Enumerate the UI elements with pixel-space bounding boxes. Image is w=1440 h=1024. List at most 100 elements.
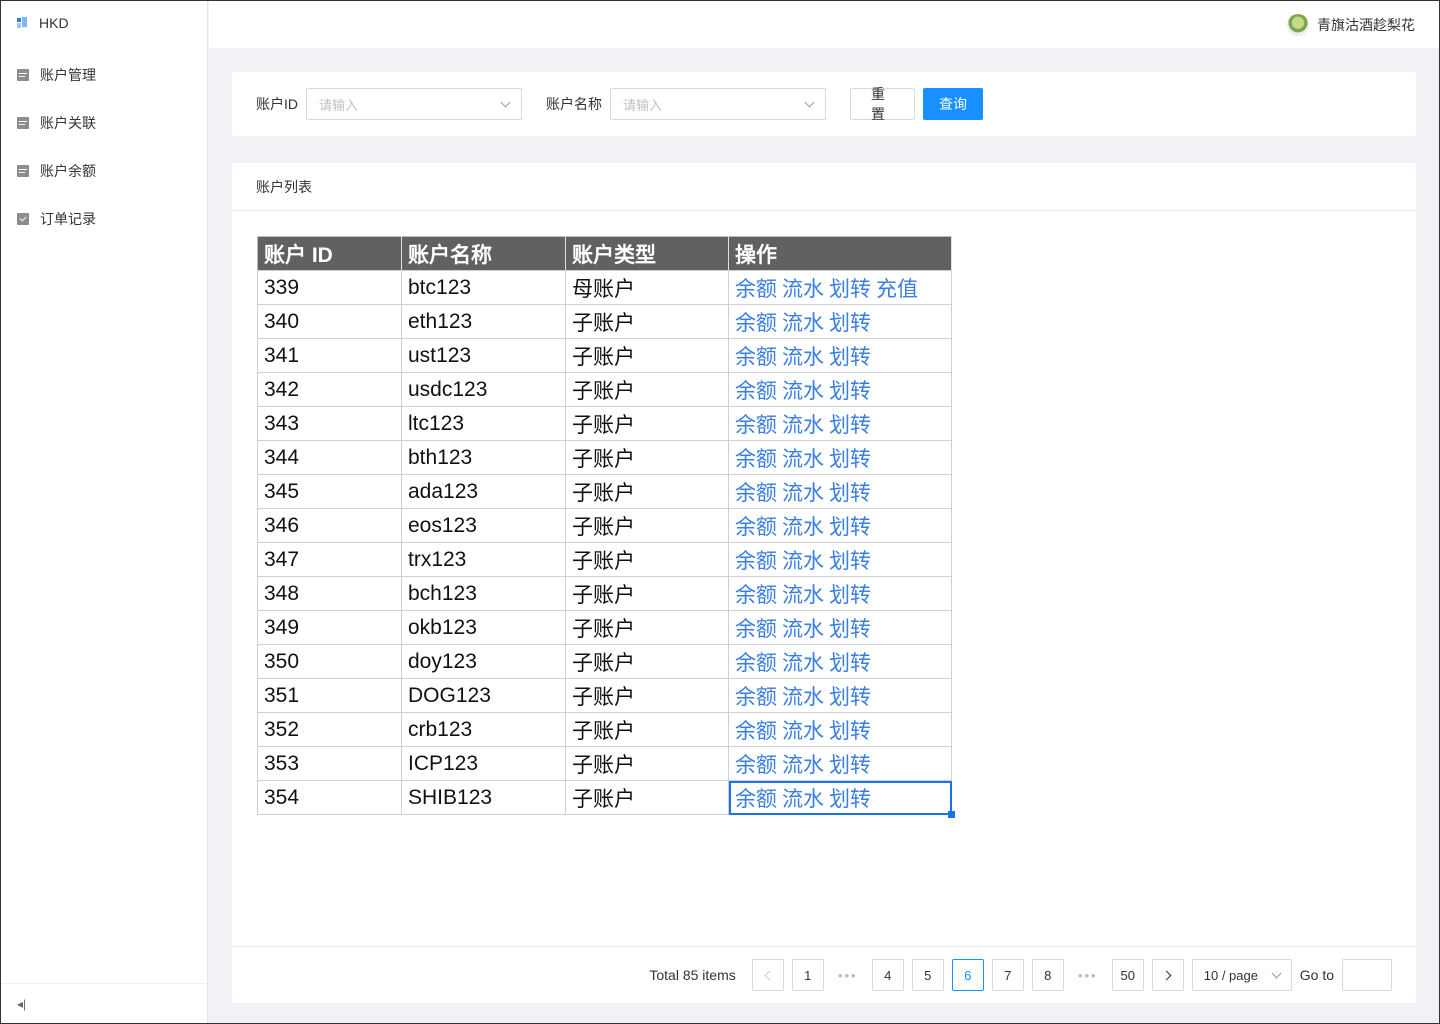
action-link[interactable]: 流水 [782,278,824,301]
page-button[interactable]: 4 [871,959,904,991]
page-button[interactable]: 7 [991,959,1024,991]
page-ellipsis[interactable]: ••• [1072,968,1104,983]
action-link[interactable]: 流水 [782,414,824,437]
cell-account-name: ada123 [401,474,566,509]
page-button[interactable]: 50 [1111,959,1144,991]
action-link[interactable]: 划转 [829,584,871,607]
cell-account-id: 347 [257,542,402,577]
prev-page-button[interactable] [751,959,784,991]
action-link[interactable]: 充值 [876,278,918,301]
action-link[interactable]: 余额 [735,278,777,301]
avatar[interactable] [1287,13,1309,36]
action-link[interactable]: 余额 [735,618,777,641]
action-link[interactable]: 流水 [782,550,824,573]
action-link[interactable]: 余额 [735,652,777,675]
action-link[interactable]: 余额 [735,584,777,607]
reset-button[interactable]: 重置 [850,86,915,122]
action-link[interactable]: 划转 [829,550,871,573]
cell-account-id: 344 [257,440,402,475]
action-link[interactable]: 流水 [782,754,824,777]
action-link[interactable]: 划转 [829,788,871,811]
action-link[interactable]: 流水 [782,618,824,641]
user-name[interactable]: 青旗沽酒趁梨花 [1317,15,1415,35]
sidebar-menu: 账户管理 账户关联 账户余额 订单记录 [1,51,207,243]
action-link[interactable]: 划转 [829,380,871,403]
sidebar-item-account-linking[interactable]: 账户关联 [1,99,207,147]
selection-handle[interactable] [948,811,955,818]
action-link[interactable]: 划转 [829,448,871,471]
action-link[interactable]: 流水 [782,788,824,811]
action-link[interactable]: 划转 [829,618,871,641]
sidebar-item-order-records[interactable]: 订单记录 [1,195,207,243]
action-link[interactable]: 余额 [735,312,777,335]
action-link[interactable]: 划转 [829,686,871,709]
action-link[interactable]: 流水 [782,584,824,607]
sidebar-item-label: 账户关联 [40,115,96,131]
next-page-button[interactable] [1151,959,1184,991]
page-button[interactable]: 8 [1031,959,1064,991]
action-link[interactable]: 余额 [735,414,777,437]
action-link[interactable]: 流水 [782,686,824,709]
cell-actions: 余额 流水 划转 [728,440,952,475]
action-link[interactable]: 余额 [735,754,777,777]
cell-account-id: 350 [257,644,402,679]
action-link[interactable]: 流水 [782,482,824,505]
action-link[interactable]: 划转 [829,414,871,437]
account-id-select[interactable]: 请输入 [306,88,522,120]
account-name-select[interactable]: 请输入 [610,88,826,120]
query-button[interactable]: 查询 [923,88,983,120]
page-size-select[interactable]: 10 / page [1191,959,1292,991]
table-body: 339 btc123 母账户 余额 流水 划转 充值 340 eth123 子账户 余额 流水 划转 34… [257,270,955,818]
sidebar-collapse-button[interactable]: ◂| [1,983,207,1023]
sidebar-item-account-management[interactable]: 账户管理 [1,51,207,99]
action-link[interactable]: 余额 [735,788,777,811]
app-logo[interactable]: HKD [1,1,207,45]
cell-actions: 余额 流水 划转 [728,338,952,373]
cell-account-id: 341 [257,338,402,373]
cell-actions: 余额 流水 划转 [728,304,952,339]
action-link[interactable]: 划转 [829,278,871,301]
action-link[interactable]: 余额 [735,482,777,505]
action-link[interactable]: 划转 [829,754,871,777]
cell-account-name: bth123 [401,440,566,475]
action-link[interactable]: 流水 [782,312,824,335]
table-row: 352 crb123 子账户 余额 流水 划转 [257,712,952,747]
list-icon [17,165,29,177]
action-link[interactable]: 划转 [829,346,871,369]
action-link[interactable]: 余额 [735,448,777,471]
action-link[interactable]: 流水 [782,516,824,539]
action-link[interactable]: 划转 [829,516,871,539]
table-row: 354 SHIB123 子账户 余额 流水 划转 [257,780,955,818]
action-link[interactable]: 划转 [829,652,871,675]
action-link[interactable]: 余额 [735,686,777,709]
page-button[interactable]: 5 [911,959,944,991]
action-link[interactable]: 划转 [829,482,871,505]
cell-account-type: 子账户 [565,474,729,509]
cell-account-type: 母账户 [565,270,729,305]
action-link[interactable]: 流水 [782,346,824,369]
page-button[interactable]: 6 [951,959,984,991]
action-link[interactable]: 余额 [735,516,777,539]
action-link[interactable]: 余额 [735,720,777,743]
action-link[interactable]: 余额 [735,380,777,403]
cell-actions: 余额 流水 划转 [728,678,952,713]
action-link[interactable]: 余额 [735,346,777,369]
action-link[interactable]: 划转 [829,312,871,335]
page-ellipsis[interactable]: ••• [832,968,864,983]
action-link[interactable]: 流水 [782,652,824,675]
table-row: 348 bch123 子账户 余额 流水 划转 [257,576,952,611]
action-link[interactable]: 余额 [735,550,777,573]
goto-page-input[interactable] [1342,959,1392,991]
sidebar-item-account-balance[interactable]: 账户余额 [1,147,207,195]
cell-actions: 余额 流水 划转 充值 [728,270,952,305]
action-link[interactable]: 划转 [829,720,871,743]
action-link[interactable]: 流水 [782,380,824,403]
cell-actions: 余额 流水 划转 [728,474,952,509]
account-name-placeholder: 请输入 [623,97,663,113]
cell-account-name: usdc123 [401,372,566,407]
action-link[interactable]: 流水 [782,720,824,743]
action-link[interactable]: 流水 [782,448,824,471]
page-button[interactable]: 1 [791,959,824,991]
table-row: 350 doy123 子账户 余额 流水 划转 [257,644,952,679]
cell-account-id: 353 [257,746,402,781]
